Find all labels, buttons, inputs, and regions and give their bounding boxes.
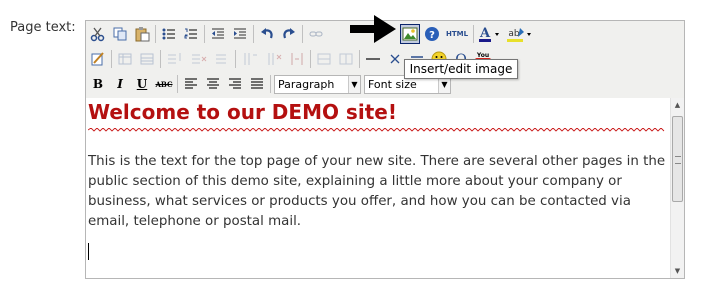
align-center-icon[interactable] [203, 74, 223, 94]
copy-icon[interactable] [110, 24, 130, 44]
split-cells-icon [287, 49, 307, 69]
svg-text:ab: ab [508, 29, 520, 39]
undo-icon[interactable] [257, 24, 277, 44]
rich-text-editor: ? HTML A ab You B I U ABC Paragraph ▼ Fo… [85, 20, 685, 279]
toolbar-separator [177, 75, 178, 93]
insert-row-icon [164, 49, 186, 69]
cell-props-icon [336, 49, 356, 69]
content-heading: Welcome to our DEMO site! [88, 100, 397, 124]
editor-content[interactable]: Welcome to our DEMO site! This is the te… [86, 98, 670, 278]
bold-button[interactable]: B [88, 74, 108, 94]
outdent-icon[interactable] [208, 24, 228, 44]
strikethrough-button[interactable]: ABC [154, 74, 174, 94]
merge-cells-icon [314, 49, 334, 69]
link-icon[interactable] [306, 24, 326, 44]
paragraph-format-value: Paragraph [278, 77, 335, 91]
paste-icon[interactable] [132, 24, 152, 44]
svg-text:?: ? [429, 30, 435, 41]
insert-image-tooltip: Insert/edit image [404, 59, 518, 79]
toolbar-separator [253, 25, 254, 43]
table-icon [115, 49, 135, 69]
font-size-value: Font size [368, 77, 417, 91]
toolbar-separator [359, 50, 360, 68]
toolbar-separator [155, 25, 156, 43]
toolbar-separator [111, 50, 112, 68]
toolbar-separator [302, 25, 303, 43]
font-color-icon[interactable]: A [477, 24, 503, 44]
delete-col-icon [263, 49, 285, 69]
highlight-icon[interactable]: ab [505, 24, 535, 44]
svg-text:You: You [476, 52, 489, 59]
scrollbar-grip [675, 156, 681, 164]
align-right-icon[interactable] [225, 74, 245, 94]
scroll-down-icon[interactable]: ▼ [671, 264, 684, 278]
toolbar-separator [310, 50, 311, 68]
remove-format-icon[interactable] [385, 49, 405, 69]
scrollbar-thumb[interactable] [672, 116, 683, 202]
redo-icon[interactable] [279, 24, 299, 44]
paragraph-format-select[interactable]: Paragraph ▼ [274, 74, 361, 94]
row-props-icon [212, 49, 232, 69]
chevron-down-icon: ▼ [348, 75, 360, 93]
insert-col-icon [239, 49, 261, 69]
numbered-list-icon[interactable] [181, 24, 201, 44]
horizontal-rule-icon[interactable] [363, 49, 383, 69]
italic-button[interactable]: I [110, 74, 130, 94]
html-icon[interactable]: HTML [444, 24, 470, 44]
indent-icon[interactable] [230, 24, 250, 44]
text-cursor [88, 243, 89, 260]
help-icon[interactable]: ? [422, 24, 442, 44]
cut-icon[interactable] [88, 24, 108, 44]
align-left-icon[interactable] [181, 74, 201, 94]
toolbar-separator [160, 50, 161, 68]
page-text-label: Page text: [10, 20, 76, 35]
table-properties-icon [137, 49, 157, 69]
content-scrollbar[interactable]: ▲ ▼ [670, 98, 684, 278]
delete-row-icon [188, 49, 210, 69]
content-paragraph: This is the text for the top page of you… [88, 154, 666, 229]
svg-text:A: A [479, 26, 491, 41]
toolbar-separator [204, 25, 205, 43]
bullet-list-icon[interactable] [159, 24, 179, 44]
spellcheck-underline [88, 128, 665, 132]
cleanup-icon[interactable] [88, 49, 108, 69]
underline-button[interactable]: U [132, 74, 152, 94]
scroll-up-icon[interactable]: ▲ [671, 98, 684, 112]
toolbar-separator [270, 75, 271, 93]
toolbar-separator [473, 25, 474, 43]
insert-image-icon[interactable] [400, 24, 420, 44]
pointer-arrow-annotation [350, 15, 396, 43]
toolbar-separator [235, 50, 236, 68]
align-justify-icon[interactable] [247, 74, 267, 94]
